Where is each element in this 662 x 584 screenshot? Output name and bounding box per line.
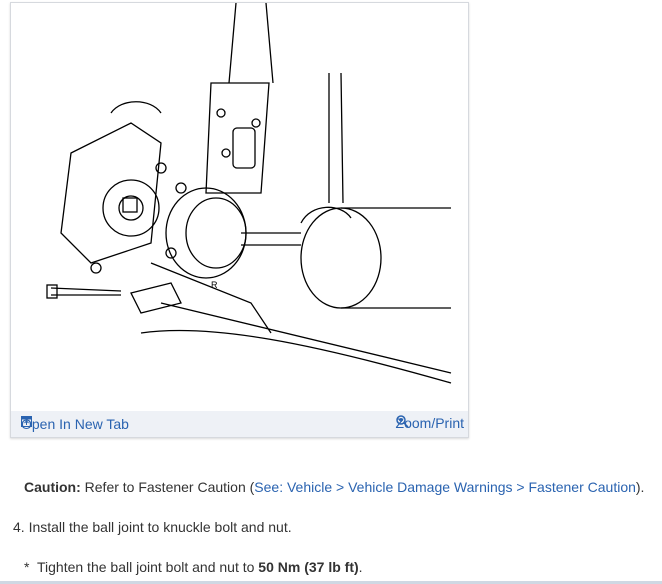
torque-value: 50 Nm (37 lb ft)	[258, 559, 359, 575]
suspension-drawing: R	[46, 3, 452, 384]
substep-end: .	[358, 559, 363, 575]
illustration-panel: R Open In New Tab Zoom/Print	[10, 2, 469, 438]
substep: * Tighten the ball joint bolt and nut to…	[24, 559, 363, 575]
drawing-label: R	[211, 280, 218, 290]
bullet: *	[24, 559, 30, 575]
zoom-in-icon	[395, 415, 409, 428]
figure-footer: Open In New Tab Zoom/Print	[11, 411, 468, 437]
caution-note: Caution: Refer to Fastener Caution (See:…	[24, 479, 644, 495]
caution-text: Refer to Fastener Caution (	[80, 479, 255, 495]
caution-label: Caution:	[24, 479, 81, 495]
fastener-caution-link[interactable]: See: Vehicle > Vehicle Damage Warnings >…	[254, 479, 636, 495]
zoom-print-link[interactable]: Zoom/Print	[396, 415, 464, 431]
step-4: 4. Install the ball joint to knuckle bol…	[13, 519, 292, 535]
open-label: Open In New Tab	[21, 416, 129, 432]
substep-text: Tighten the ball joint bolt and nut to	[36, 559, 259, 575]
caution-end: ).	[635, 479, 645, 495]
open-tab-icon	[21, 416, 32, 427]
open-in-new-tab-link[interactable]: Open In New Tab	[21, 416, 129, 432]
